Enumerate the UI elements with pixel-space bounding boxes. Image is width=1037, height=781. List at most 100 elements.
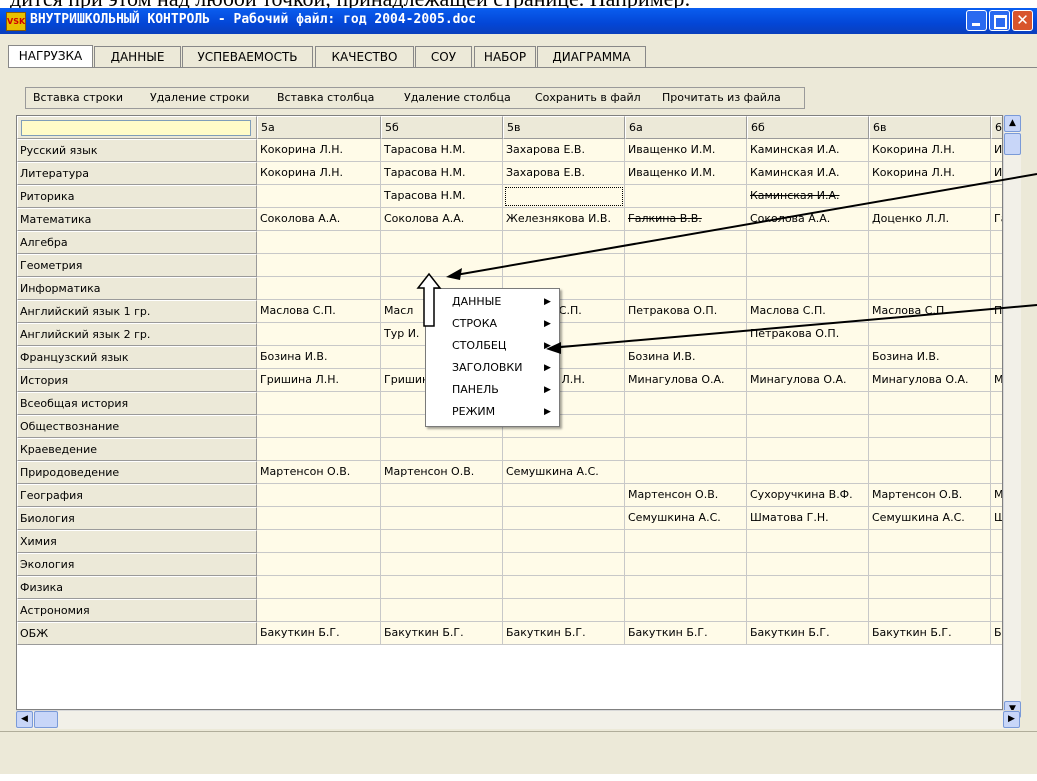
table-cell[interactable] [257,599,381,622]
row-header-subject[interactable]: Русский язык [17,139,257,162]
table-cell[interactable]: Бакуткин Б.Г. [257,622,381,645]
table-cell[interactable]: Мартенсон О.В. [381,461,503,484]
table-cell[interactable] [257,438,381,461]
table-cell[interactable]: Кокорина Л.Н. [257,162,381,185]
table-cell[interactable]: Ба [991,622,1002,645]
table-cell[interactable] [503,576,625,599]
scroll-left-button[interactable]: ◀ [16,711,33,728]
tab-diagramma[interactable]: ДИАГРАММА [537,46,646,67]
table-cell[interactable]: Захарова Е.В. [503,162,625,185]
table-cell[interactable] [257,530,381,553]
table-cell[interactable]: Пе [991,300,1002,323]
table-cell[interactable] [381,599,503,622]
table-cell[interactable] [747,599,869,622]
table-cell[interactable] [991,461,1002,484]
table-cell[interactable]: Соколова А.А. [381,208,503,231]
table-cell[interactable] [869,599,991,622]
table-cell[interactable]: Гришина Л.Н. [257,369,381,392]
table-cell[interactable]: Мартенсон О.В. [625,484,747,507]
table-cell[interactable] [747,530,869,553]
table-cell[interactable] [991,415,1002,438]
row-header-subject[interactable]: Физика [17,576,257,599]
table-cell[interactable] [503,553,625,576]
table-cell[interactable]: Мартенсон О.В. [869,484,991,507]
table-cell[interactable]: Бакуткин Б.Г. [503,622,625,645]
table-cell[interactable]: Тарасова Н.М. [381,185,503,208]
table-cell[interactable]: Бакуткин Б.Г. [381,622,503,645]
table-cell[interactable]: Соколова А.А. [747,208,869,231]
table-cell[interactable] [257,484,381,507]
table-cell[interactable]: Каминская И.А. [747,162,869,185]
table-cell[interactable] [257,231,381,254]
horizontal-scrollbar[interactable]: ◀ ▶ [16,710,1020,729]
table-cell[interactable] [991,254,1002,277]
row-header-subject[interactable]: Французский язык [17,346,257,369]
scroll-right-button[interactable]: ▶ [1003,711,1020,728]
table-cell[interactable] [381,484,503,507]
column-header-6v[interactable]: 6в [869,116,991,139]
tab-sou[interactable]: СОУ [415,46,472,67]
table-cell[interactable] [625,277,747,300]
row-header-subject[interactable]: Астрономия [17,599,257,622]
table-cell[interactable] [625,231,747,254]
table-cell[interactable]: Минагулова О.А. [747,369,869,392]
table-cell[interactable] [625,392,747,415]
scroll-up-button[interactable]: ▲ [1004,115,1021,132]
row-header-subject[interactable]: Геометрия [17,254,257,277]
row-header-subject[interactable]: География [17,484,257,507]
table-cell[interactable] [381,231,503,254]
table-cell[interactable] [991,185,1002,208]
table-cell[interactable]: Кокорина Л.Н. [257,139,381,162]
table-cell[interactable] [747,576,869,599]
table-cell[interactable] [503,254,625,277]
table-cell[interactable] [257,254,381,277]
table-cell[interactable]: Каминская И.А. [747,185,869,208]
tab-nagruzka[interactable]: НАГРУЗКА [8,45,93,68]
table-cell[interactable]: Маслова С.П. [747,300,869,323]
table-cell[interactable] [991,277,1002,300]
table-cell[interactable] [869,576,991,599]
table-cell[interactable] [747,231,869,254]
table-cell[interactable] [625,461,747,484]
table-cell[interactable] [381,254,503,277]
table-cell[interactable] [257,323,381,346]
table-cell[interactable]: Сухоручкина В.Ф. [747,484,869,507]
table-cell[interactable] [869,461,991,484]
table-cell[interactable]: Кокорина Л.Н. [869,162,991,185]
table-cell[interactable] [625,185,747,208]
vertical-scroll-thumb[interactable] [1004,133,1021,155]
row-header-subject[interactable]: Краеведение [17,438,257,461]
table-cell[interactable]: Иващенко И.М. [625,139,747,162]
table-cell[interactable]: Бозина И.В. [257,346,381,369]
delete-row-button[interactable]: Удаление строки [150,91,249,104]
table-cell[interactable] [991,438,1002,461]
context-menu-item-panel[interactable]: ПАНЕЛЬ ▶ [426,379,559,401]
table-cell[interactable] [869,530,991,553]
row-header-subject[interactable]: Химия [17,530,257,553]
table-cell[interactable] [625,553,747,576]
row-header-subject[interactable]: История [17,369,257,392]
column-header-6g[interactable]: 6г [991,116,1002,139]
table-cell[interactable] [747,346,869,369]
minimize-button[interactable] [966,10,987,31]
row-header-subject[interactable]: Риторика [17,185,257,208]
table-cell[interactable]: Бозина И.В. [625,346,747,369]
table-cell[interactable] [625,415,747,438]
search-input[interactable] [21,120,251,136]
table-cell[interactable] [625,254,747,277]
table-cell[interactable]: Семушкина А.С. [625,507,747,530]
table-cell[interactable] [991,599,1002,622]
insert-row-button[interactable]: Вставка строки [33,91,123,104]
row-header-subject[interactable]: ОБЖ [17,622,257,645]
vertical-scrollbar[interactable]: ▲ ▼ [1003,115,1021,718]
row-header-subject[interactable]: Всеобщая история [17,392,257,415]
table-cell[interactable] [381,553,503,576]
row-header-subject[interactable]: Обществознание [17,415,257,438]
table-cell[interactable] [747,438,869,461]
table-cell[interactable] [747,254,869,277]
table-cell[interactable]: Железнякова И.В. [503,208,625,231]
table-cell[interactable] [991,530,1002,553]
table-cell[interactable] [747,415,869,438]
table-cell[interactable]: Ив [991,162,1002,185]
table-cell[interactable] [503,438,625,461]
